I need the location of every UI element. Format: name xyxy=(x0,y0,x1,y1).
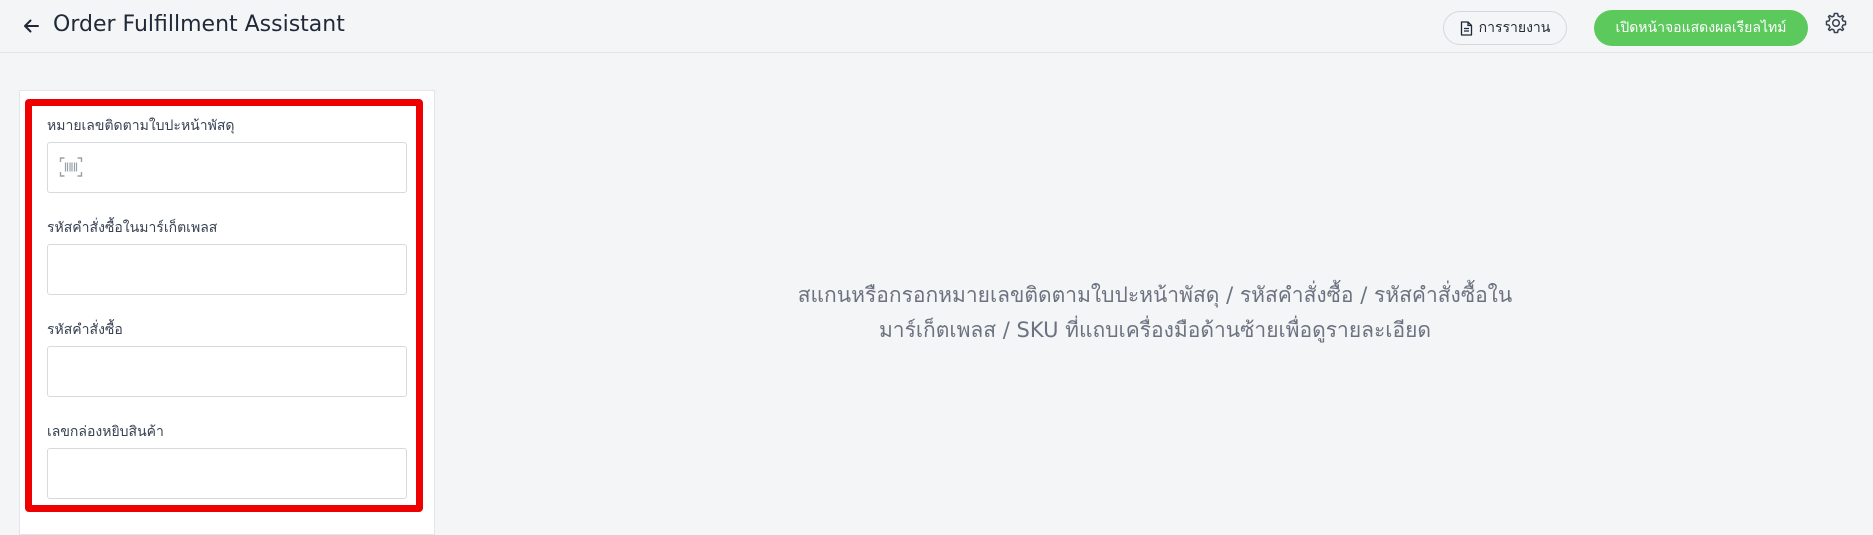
empty-state-line-2: มาร์เก็ตเพลส / SKU ที่แถบเครื่องมือด้านซ… xyxy=(878,318,1432,342)
page-title: Order Fulfillment Assistant xyxy=(53,12,345,37)
empty-state-line-1: สแกนหรือกรอกหมายเลขติดตามใบปะหน้าพัสดุ /… xyxy=(797,283,1513,307)
marketplace-order-id-label: รหัสคำสั่งซื้อในมาร์เก็ตเพลส xyxy=(47,220,218,236)
tracking-number-input[interactable] xyxy=(47,142,407,193)
gear-icon xyxy=(1825,12,1847,34)
document-icon xyxy=(1460,20,1472,36)
top-bar: Order Fulfillment Assistant การรายงาน เป… xyxy=(0,0,1873,53)
empty-state-message: สแกนหรือกรอกหมายเลขติดตามใบปะหน้าพัสดุ /… xyxy=(740,278,1570,348)
tracking-number-label: หมายเลขติดตามใบปะหน้าพัสดุ xyxy=(47,118,235,134)
barcode-scan-icon[interactable] xyxy=(59,156,83,178)
open-live-display-button[interactable]: เปิดหน้าจอแสดงผลเรียลไทม์ xyxy=(1594,10,1808,46)
marketplace-order-id-input[interactable] xyxy=(47,244,407,295)
picking-box-number-input[interactable] xyxy=(47,448,407,499)
settings-button[interactable] xyxy=(1823,10,1849,36)
live-button-label: เปิดหน้าจอแสดงผลเรียลไทม์ xyxy=(1615,20,1787,36)
picking-box-number-label: เลขกล่องหยิบสินค้า xyxy=(47,424,164,440)
order-id-label: รหัสคำสั่งซื้อ xyxy=(47,322,123,338)
order-id-input[interactable] xyxy=(47,346,407,397)
back-button[interactable] xyxy=(18,13,44,39)
arrow-left-icon xyxy=(24,19,39,33)
report-button-label: การรายงาน xyxy=(1478,20,1551,36)
report-button[interactable]: การรายงาน xyxy=(1443,11,1567,45)
